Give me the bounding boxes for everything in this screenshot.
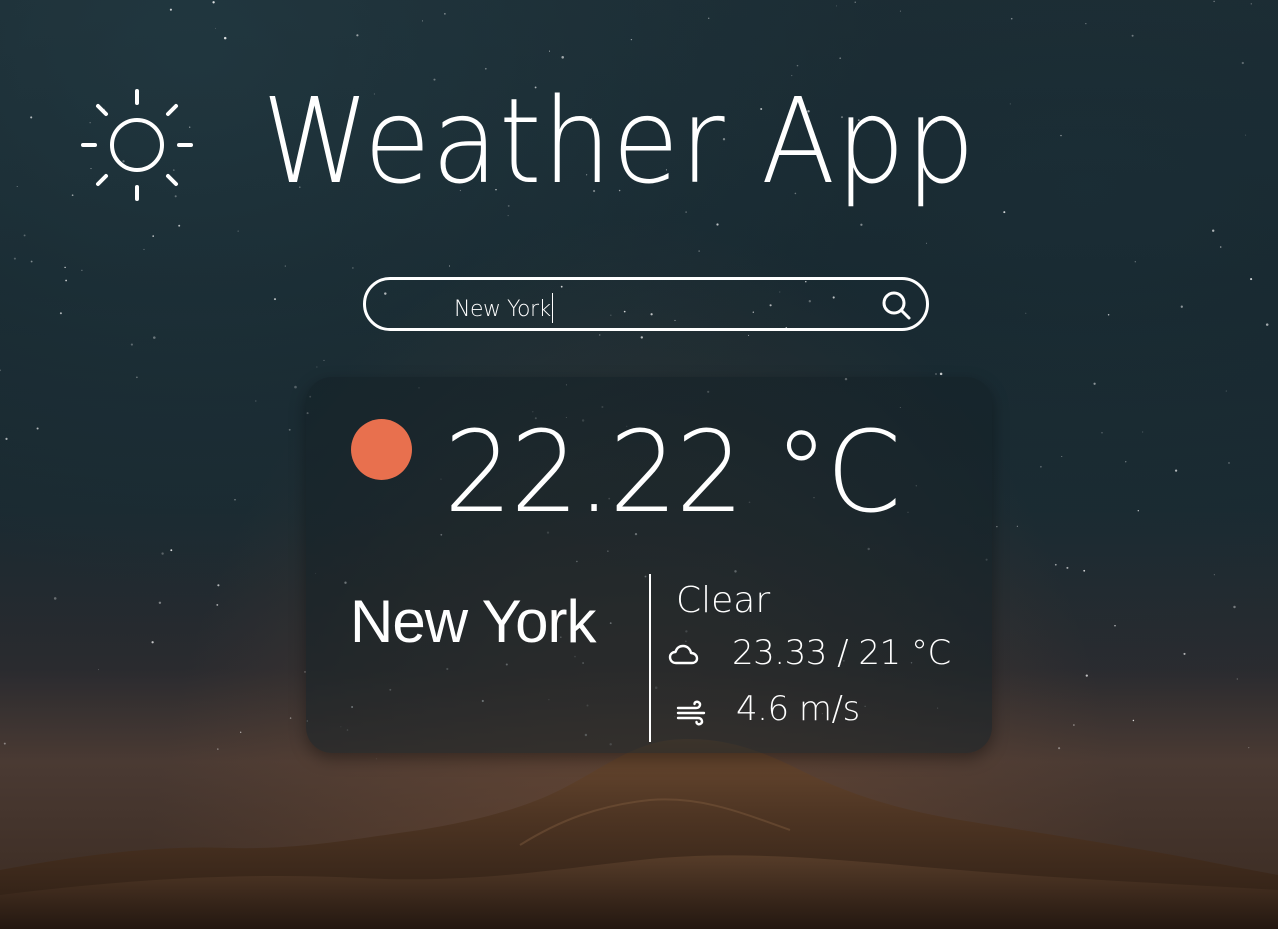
app-title: Weather App (262, 72, 976, 210)
search-icon[interactable] (880, 289, 912, 321)
wind-icon (676, 700, 706, 726)
text-caret (551, 293, 553, 323)
search-input-value: New York (454, 297, 551, 322)
search-bar[interactable]: New York (363, 277, 929, 331)
cloud-icon (668, 644, 699, 665)
weather-status-dot (351, 419, 412, 480)
city-name: New York (350, 588, 596, 655)
divider (649, 574, 651, 742)
weather-condition: Clear (676, 580, 771, 621)
weather-card: 22.22 °C New York Clear 23.33 / 21 °C 4.… (306, 377, 992, 753)
search-input[interactable]: New York (454, 293, 553, 323)
temp-range: 23.33 / 21 °C (732, 633, 951, 673)
sun-icon (81, 89, 193, 201)
wind-speed: 4.6 m/s (736, 689, 860, 729)
current-temperature: 22.22 °C (444, 408, 901, 538)
